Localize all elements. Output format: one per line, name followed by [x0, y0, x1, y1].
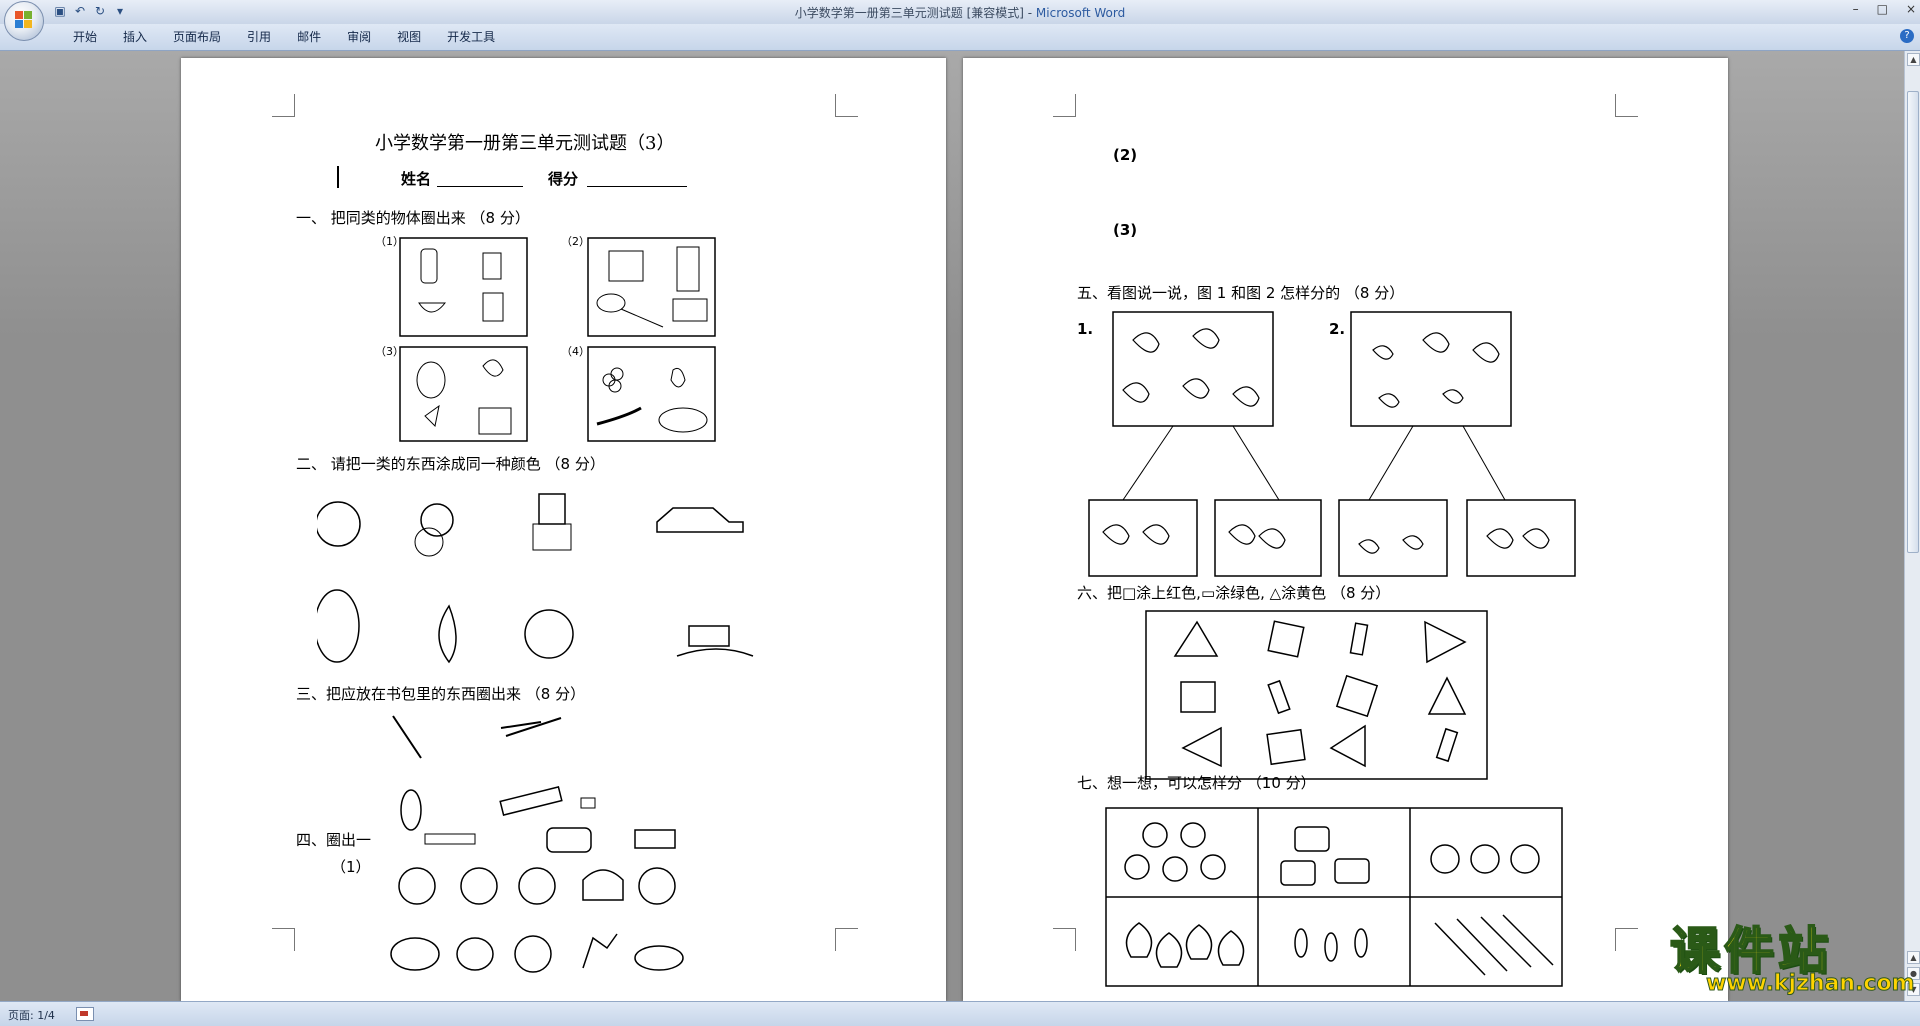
q1-label-2: （2） [561, 235, 590, 248]
question-5: 五、看图说一说，图 1 和图 2 怎样分的 （8 分） [1077, 284, 1405, 302]
item-3-label: (3) [1113, 221, 1138, 239]
ribbon-tabs: 开始 插入 页面布局 引用 邮件 审阅 视图 开发工具 [60, 29, 508, 45]
window-controls: – □ × [1853, 2, 1916, 16]
tab-insert[interactable]: 插入 [110, 29, 160, 45]
help-icon[interactable]: ? [1900, 29, 1914, 43]
crop-mark [1615, 928, 1638, 951]
q3-pictures [392, 715, 596, 831]
status-bar: 页面: 1/4 [0, 1001, 1920, 1026]
crop-mark [1053, 94, 1076, 117]
title-bar: ▣ ↶ ↻ ▾ 小学数学第一册第三单元测试题 [兼容模式] - Microsof… [0, 0, 1920, 41]
watermark-text: 课件站 [1669, 922, 1832, 980]
tab-mailings[interactable]: 邮件 [284, 29, 334, 45]
scroll-thumb[interactable] [1907, 91, 1919, 553]
watermark-url: www.kjzhan.com [1706, 971, 1916, 997]
document-page-1: 小学数学第一册第三单元测试题（3） 姓名 得分 一、 把同类的物体圈出来 （8 … [181, 58, 946, 1001]
maximize-button[interactable]: □ [1877, 2, 1888, 16]
ribbon: 开始 插入 页面布局 引用 邮件 审阅 视图 开发工具 ? [0, 24, 1920, 51]
office-logo-icon [15, 11, 33, 29]
score-blank[interactable] [587, 186, 687, 187]
document-title: 小学数学第一册第三单元测试题 [兼容模式] - [794, 6, 1036, 20]
item-2-label: (2) [1113, 146, 1138, 164]
crop-mark [835, 94, 858, 117]
tab-home[interactable]: 开始 [60, 29, 110, 45]
crop-mark [1615, 94, 1638, 117]
question-7: 七、想一想，可以怎样分 （10 分） [1077, 774, 1316, 792]
crop-mark [272, 928, 295, 951]
question-4: 四、圈出一 [296, 831, 372, 849]
app-name: Microsoft Word [1035, 6, 1126, 20]
document-page-2: (2) (3) 五、看图说一说，图 1 和图 2 怎样分的 （8 分） 1. 2… [963, 58, 1728, 1001]
vertical-scrollbar[interactable]: ▲ ▲ ● ▼ [1904, 51, 1920, 1001]
macro-recording-icon[interactable] [76, 1007, 94, 1021]
scroll-up-icon[interactable]: ▲ [1907, 53, 1920, 66]
name-blank[interactable] [437, 186, 523, 187]
office-button[interactable] [4, 1, 44, 41]
page-count[interactable]: 页面: 1/4 [8, 1007, 55, 1023]
close-button[interactable]: × [1906, 2, 1916, 16]
page-title: 小学数学第一册第三单元测试题（3） [375, 133, 675, 154]
q1-picture-1 [399, 237, 528, 337]
minimize-button[interactable]: – [1853, 2, 1859, 16]
question-6: 六、把□涂上红色,▭涂绿色, △涂黄色 （8 分） [1077, 584, 1391, 602]
score-label: 得分 [548, 170, 579, 188]
tab-developer[interactable]: 开发工具 [434, 29, 508, 45]
crop-mark [272, 94, 295, 117]
q4-top-pictures [424, 827, 676, 853]
crop-mark [1053, 928, 1076, 951]
tab-view[interactable]: 视图 [384, 29, 434, 45]
question-1: 一、 把同类的物体圈出来 （8 分） [296, 209, 530, 227]
tab-references[interactable]: 引用 [234, 29, 284, 45]
question-2: 二、 请把一类的东西涂成同一种颜色 （8 分） [296, 455, 605, 473]
tab-review[interactable]: 审阅 [334, 29, 384, 45]
q1-label-4: （4） [561, 345, 590, 358]
name-label: 姓名 [401, 170, 432, 188]
watermark-logo: 课件站 www.kjzhan.com [1669, 922, 1916, 997]
window-title: 小学数学第一册第三单元测试题 [兼容模式] - Microsoft Word [0, 4, 1920, 21]
q7-grid [1105, 807, 1563, 987]
q1-picture-4 [587, 346, 716, 442]
q1-picture-2 [587, 237, 716, 337]
q1-picture-3 [399, 346, 528, 442]
q6-shapes-box [1145, 610, 1488, 780]
tab-page-layout[interactable]: 页面布局 [160, 29, 234, 45]
text-cursor [337, 166, 339, 188]
q2-pictures [317, 493, 754, 664]
question-3: 三、把应放在书包里的东西圈出来 （8 分） [296, 685, 586, 703]
q4-sub-label: （1） [331, 858, 371, 876]
q4-pictures [390, 867, 684, 973]
